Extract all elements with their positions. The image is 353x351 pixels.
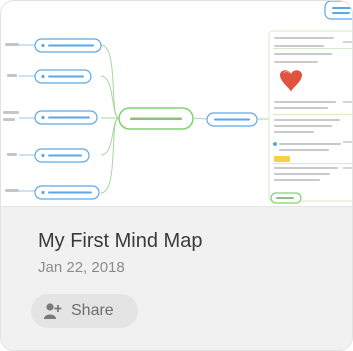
- share-button[interactable]: Share: [31, 294, 138, 328]
- add-person-icon: [44, 302, 62, 320]
- map-date: Jan 22, 2018: [38, 259, 125, 276]
- map-title[interactable]: My First Mind Map: [38, 230, 202, 253]
- mind-map-thumbnail[interactable]: [1, 1, 352, 207]
- share-label: Share: [71, 302, 114, 319]
- card-info: My First Mind Map Jan 22, 2018 Share: [1, 206, 352, 350]
- mind-map-preview: [3, 1, 352, 204]
- mind-map-card[interactable]: My First Mind Map Jan 22, 2018 Share: [0, 0, 353, 351]
